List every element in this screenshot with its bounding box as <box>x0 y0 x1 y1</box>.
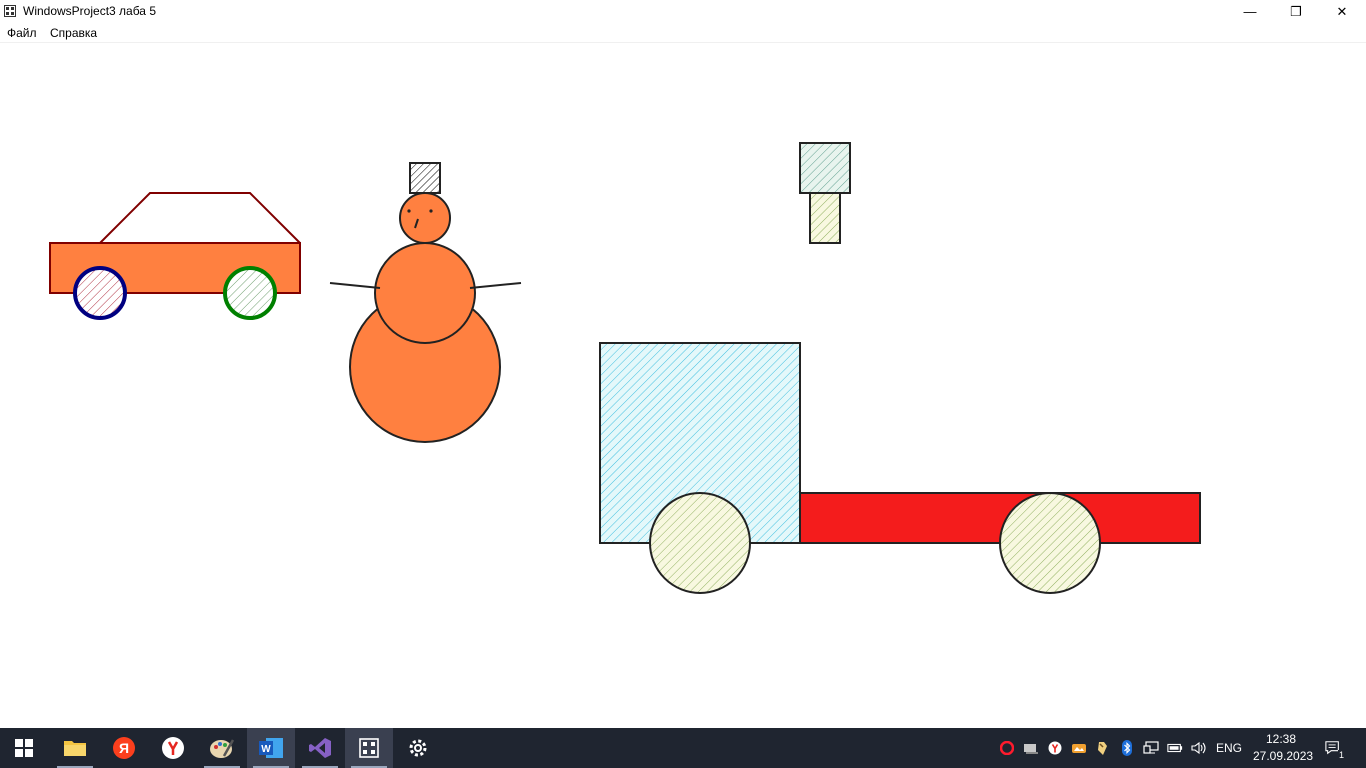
snowman-right-eye <box>429 209 433 213</box>
file-explorer-icon <box>64 741 86 756</box>
title-bar: WindowsProject3 лаба 5 — ❐ ✕ <box>0 0 1366 23</box>
windows-project-button[interactable] <box>345 728 393 768</box>
car-roof <box>99 192 301 244</box>
paint-icon <box>210 739 235 758</box>
snowman-left-eye <box>407 209 411 213</box>
restore-button[interactable]: ❐ <box>1273 0 1319 23</box>
menu-help[interactable]: Справка <box>50 26 97 40</box>
opera-icon[interactable] <box>999 740 1015 756</box>
yandex-icon: Я <box>113 737 135 759</box>
language-indicator[interactable]: ENG <box>1216 741 1242 755</box>
truck-wheel-front <box>649 492 751 594</box>
snowman-middle <box>374 242 476 344</box>
word-icon: W <box>259 738 283 758</box>
bluetooth-icon[interactable] <box>1119 740 1135 756</box>
volume-icon[interactable] <box>1191 740 1207 756</box>
yandex-browser-icon <box>162 737 184 759</box>
clock-time[interactable]: 12:38 <box>1266 732 1296 746</box>
small-object-top <box>799 142 851 194</box>
tool-icon[interactable] <box>1095 740 1111 756</box>
drawing-canvas <box>49 142 1201 594</box>
file-explorer-button[interactable] <box>51 728 99 768</box>
menu-file[interactable]: Файл <box>7 26 37 40</box>
snowman-hat <box>409 162 441 194</box>
notification-count: 1 <box>1338 750 1346 760</box>
yandex-browser-button[interactable] <box>149 728 197 768</box>
network-icon[interactable] <box>1143 740 1159 756</box>
cloud-icon[interactable] <box>1071 740 1087 756</box>
yandex-button[interactable]: Я <box>100 728 148 768</box>
car-wheel-front <box>73 266 127 320</box>
taskbar: Я W ENG 12:38 27.09.2023 1 <box>0 728 1366 768</box>
clock-date[interactable]: 27.09.2023 <box>1253 749 1313 763</box>
word-button[interactable]: W <box>247 728 295 768</box>
visual-studio-button[interactable] <box>296 728 344 768</box>
snowman-right-arm <box>469 282 522 289</box>
settings-button[interactable] <box>394 728 442 768</box>
small-object-handle <box>809 192 841 244</box>
windows-project-icon <box>359 738 379 758</box>
car-wheel-rear <box>223 266 277 320</box>
start-icon <box>15 739 33 757</box>
paint-button[interactable] <box>198 728 246 768</box>
svg-text:Я: Я <box>119 740 129 756</box>
yandex-tray-icon[interactable] <box>1047 740 1063 756</box>
settings-icon <box>409 739 427 757</box>
close-button[interactable]: ✕ <box>1319 0 1365 23</box>
car-drawing <box>49 192 301 320</box>
menu-bar: Файл Справка <box>0 23 1366 43</box>
small-object-drawing <box>799 142 851 244</box>
battery-icon[interactable] <box>1167 740 1183 756</box>
minimize-button[interactable]: — <box>1227 0 1273 23</box>
svg-text:W: W <box>261 744 271 755</box>
truck-drawing <box>599 342 1201 594</box>
snowman-drawing <box>329 162 522 443</box>
start-button[interactable] <box>0 728 48 768</box>
snowman-left-arm <box>329 282 381 289</box>
app-icon <box>4 5 16 17</box>
visual-studio-icon <box>309 738 331 758</box>
snowman-head <box>399 192 451 244</box>
truck-wheel-rear <box>999 492 1101 594</box>
storage-icon[interactable] <box>1023 740 1039 756</box>
window-title: WindowsProject3 лаба 5 <box>23 4 156 18</box>
